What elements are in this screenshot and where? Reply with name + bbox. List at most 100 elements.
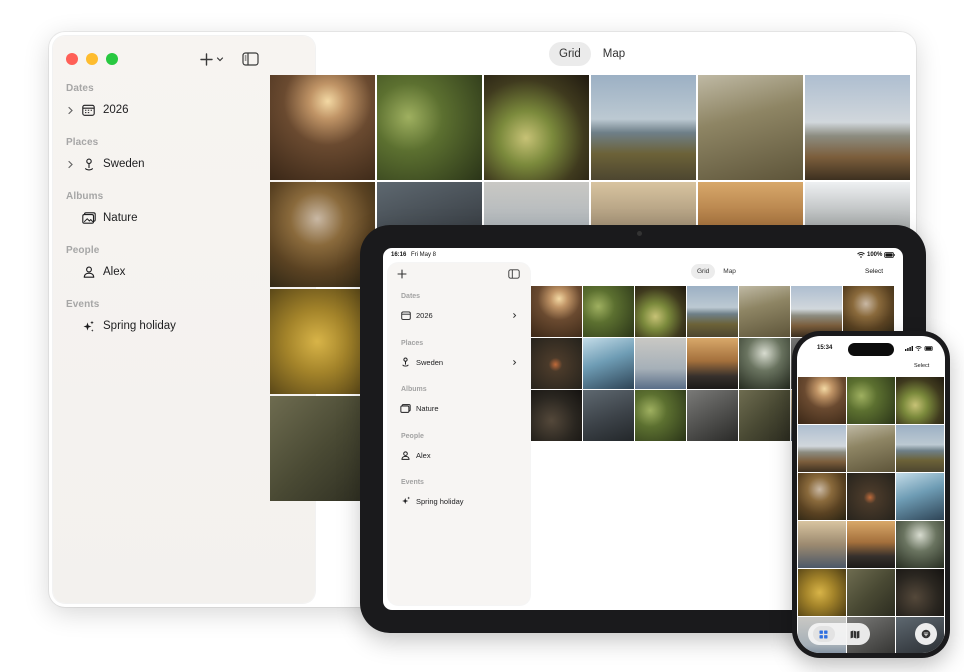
- photo-thumbnail[interactable]: [896, 425, 944, 472]
- tab-grid[interactable]: Grid: [691, 263, 716, 279]
- photo-thumbnail[interactable]: [635, 390, 686, 441]
- photo-thumbnail[interactable]: [591, 75, 696, 180]
- photo-thumbnail[interactable]: [583, 338, 634, 389]
- photo-thumbnail[interactable]: [687, 390, 738, 441]
- photo-thumbnail[interactable]: [635, 286, 686, 337]
- status-time: 16:16: [391, 252, 407, 258]
- photo-thumbnail[interactable]: [798, 569, 846, 616]
- sidebar-item-spring-holiday[interactable]: Spring holiday: [65, 316, 176, 336]
- section-label-events: Events: [401, 479, 424, 486]
- chevron-right-icon[interactable]: [512, 359, 517, 366]
- dynamic-island: [848, 343, 894, 356]
- sidebar-item-spring-holiday[interactable]: Spring holiday: [400, 494, 525, 508]
- sidebar-item-nature[interactable]: Nature: [400, 401, 525, 415]
- photo-thumbnail[interactable]: [798, 473, 846, 520]
- tab-grid[interactable]: Grid: [549, 42, 591, 66]
- photo-thumbnail[interactable]: [531, 390, 582, 441]
- photo-thumbnail[interactable]: [847, 425, 895, 472]
- tab-bar: [808, 623, 870, 645]
- sidebar-icon: [241, 52, 259, 66]
- photo-thumbnail[interactable]: [531, 338, 582, 389]
- zoom-button[interactable]: [106, 53, 118, 65]
- photo-thumbnail[interactable]: [847, 569, 895, 616]
- sidebar-item-label: Alex: [103, 266, 126, 278]
- sidebar-item-alex[interactable]: Alex: [65, 262, 125, 282]
- ipad-sidebar: Dates 2026 Places Sweden Albums Nature P…: [388, 263, 530, 605]
- chevron-right-icon[interactable]: [512, 312, 517, 319]
- sidebar-toggle-button[interactable]: [239, 48, 261, 70]
- status-date: Fri May 8: [411, 252, 437, 258]
- photo-thumbnail[interactable]: [847, 473, 895, 520]
- sidebar-item-label: Spring holiday: [103, 320, 176, 332]
- photo-thumbnail[interactable]: [739, 338, 790, 389]
- photo-thumbnail[interactable]: [896, 473, 944, 520]
- section-label-people: People: [401, 433, 424, 440]
- photo-thumbnail[interactable]: [377, 75, 482, 180]
- map-pin-icon: [400, 357, 411, 368]
- photo-thumbnail[interactable]: [798, 377, 846, 424]
- plus-icon[interactable]: [397, 269, 407, 279]
- photo-thumbnail[interactable]: [687, 286, 738, 337]
- sidebar-item-sweden[interactable]: Sweden: [65, 154, 145, 174]
- tab-map[interactable]: Map: [717, 264, 742, 279]
- photo-thumbnail[interactable]: [739, 286, 790, 337]
- person-icon: [400, 450, 411, 461]
- chevron-down-icon: [216, 57, 224, 62]
- section-label-albums: Albums: [401, 386, 427, 393]
- photo-thumbnail[interactable]: [798, 425, 846, 472]
- photo-thumbnail[interactable]: [698, 75, 803, 180]
- photo-thumbnail[interactable]: [896, 569, 944, 616]
- chevron-right-icon[interactable]: [65, 106, 75, 115]
- sidebar-item-2026[interactable]: 2026: [400, 308, 525, 322]
- photo-thumbnail[interactable]: [635, 338, 686, 389]
- section-label-places: Places: [401, 340, 424, 347]
- photo-thumbnail[interactable]: [583, 286, 634, 337]
- add-menu-button[interactable]: [194, 47, 230, 71]
- sidebar-item-label: Alex: [416, 450, 431, 460]
- photo-thumbnail[interactable]: [583, 390, 634, 441]
- sidebar-item-label: 2026: [416, 310, 433, 320]
- status-time: 15:34: [817, 345, 833, 351]
- plus-icon: [200, 52, 213, 66]
- photo-thumbnail[interactable]: [484, 75, 589, 180]
- photo-thumbnail[interactable]: [791, 286, 842, 337]
- select-button[interactable]: Select: [914, 363, 929, 369]
- photo-thumbnail[interactable]: [798, 521, 846, 568]
- sidebar-item-label: Nature: [416, 403, 439, 413]
- tab-grid[interactable]: [812, 626, 835, 642]
- sidebar-item-nature[interactable]: Nature: [65, 208, 138, 228]
- chevron-right-icon[interactable]: [65, 160, 75, 169]
- photo-thumbnail[interactable]: [847, 521, 895, 568]
- section-label-events: Events: [66, 299, 100, 310]
- sort-filter-icon: [921, 629, 931, 639]
- sidebar-item-alex[interactable]: Alex: [400, 448, 525, 462]
- signal-icon: [905, 346, 913, 351]
- sidebar-icon[interactable]: [508, 269, 520, 279]
- status-indicators: 100%: [857, 252, 896, 258]
- photo-thumbnail[interactable]: [687, 338, 738, 389]
- sidebar-item-label: Sweden: [416, 357, 444, 367]
- photo-thumbnail[interactable]: [531, 286, 582, 337]
- search-button[interactable]: [915, 623, 937, 645]
- grid-icon: [819, 630, 828, 638]
- sidebar-item-label: 2026: [103, 104, 129, 116]
- sidebar-item-sweden[interactable]: Sweden: [400, 355, 525, 369]
- photo-thumbnail[interactable]: [805, 75, 910, 180]
- section-label-dates: Dates: [401, 293, 421, 300]
- photo-thumbnail[interactable]: [847, 377, 895, 424]
- battery-icon: [884, 252, 896, 258]
- calendar-icon: [400, 310, 411, 321]
- photo-thumbnail[interactable]: [896, 521, 944, 568]
- close-button[interactable]: [66, 53, 78, 65]
- minimize-button[interactable]: [86, 53, 98, 65]
- tab-map[interactable]: [844, 626, 866, 642]
- photo-thumbnail[interactable]: [843, 286, 894, 337]
- photo-thumbnail[interactable]: [270, 75, 375, 180]
- sidebar-item-2026[interactable]: 2026: [65, 100, 129, 120]
- tab-map[interactable]: Map: [593, 42, 635, 66]
- select-button[interactable]: Select: [865, 268, 883, 275]
- photo-thumbnail[interactable]: [739, 390, 790, 441]
- sparkles-icon: [400, 496, 411, 507]
- iphone-screen: 15:34 Select: [797, 336, 945, 653]
- photo-thumbnail[interactable]: [896, 377, 944, 424]
